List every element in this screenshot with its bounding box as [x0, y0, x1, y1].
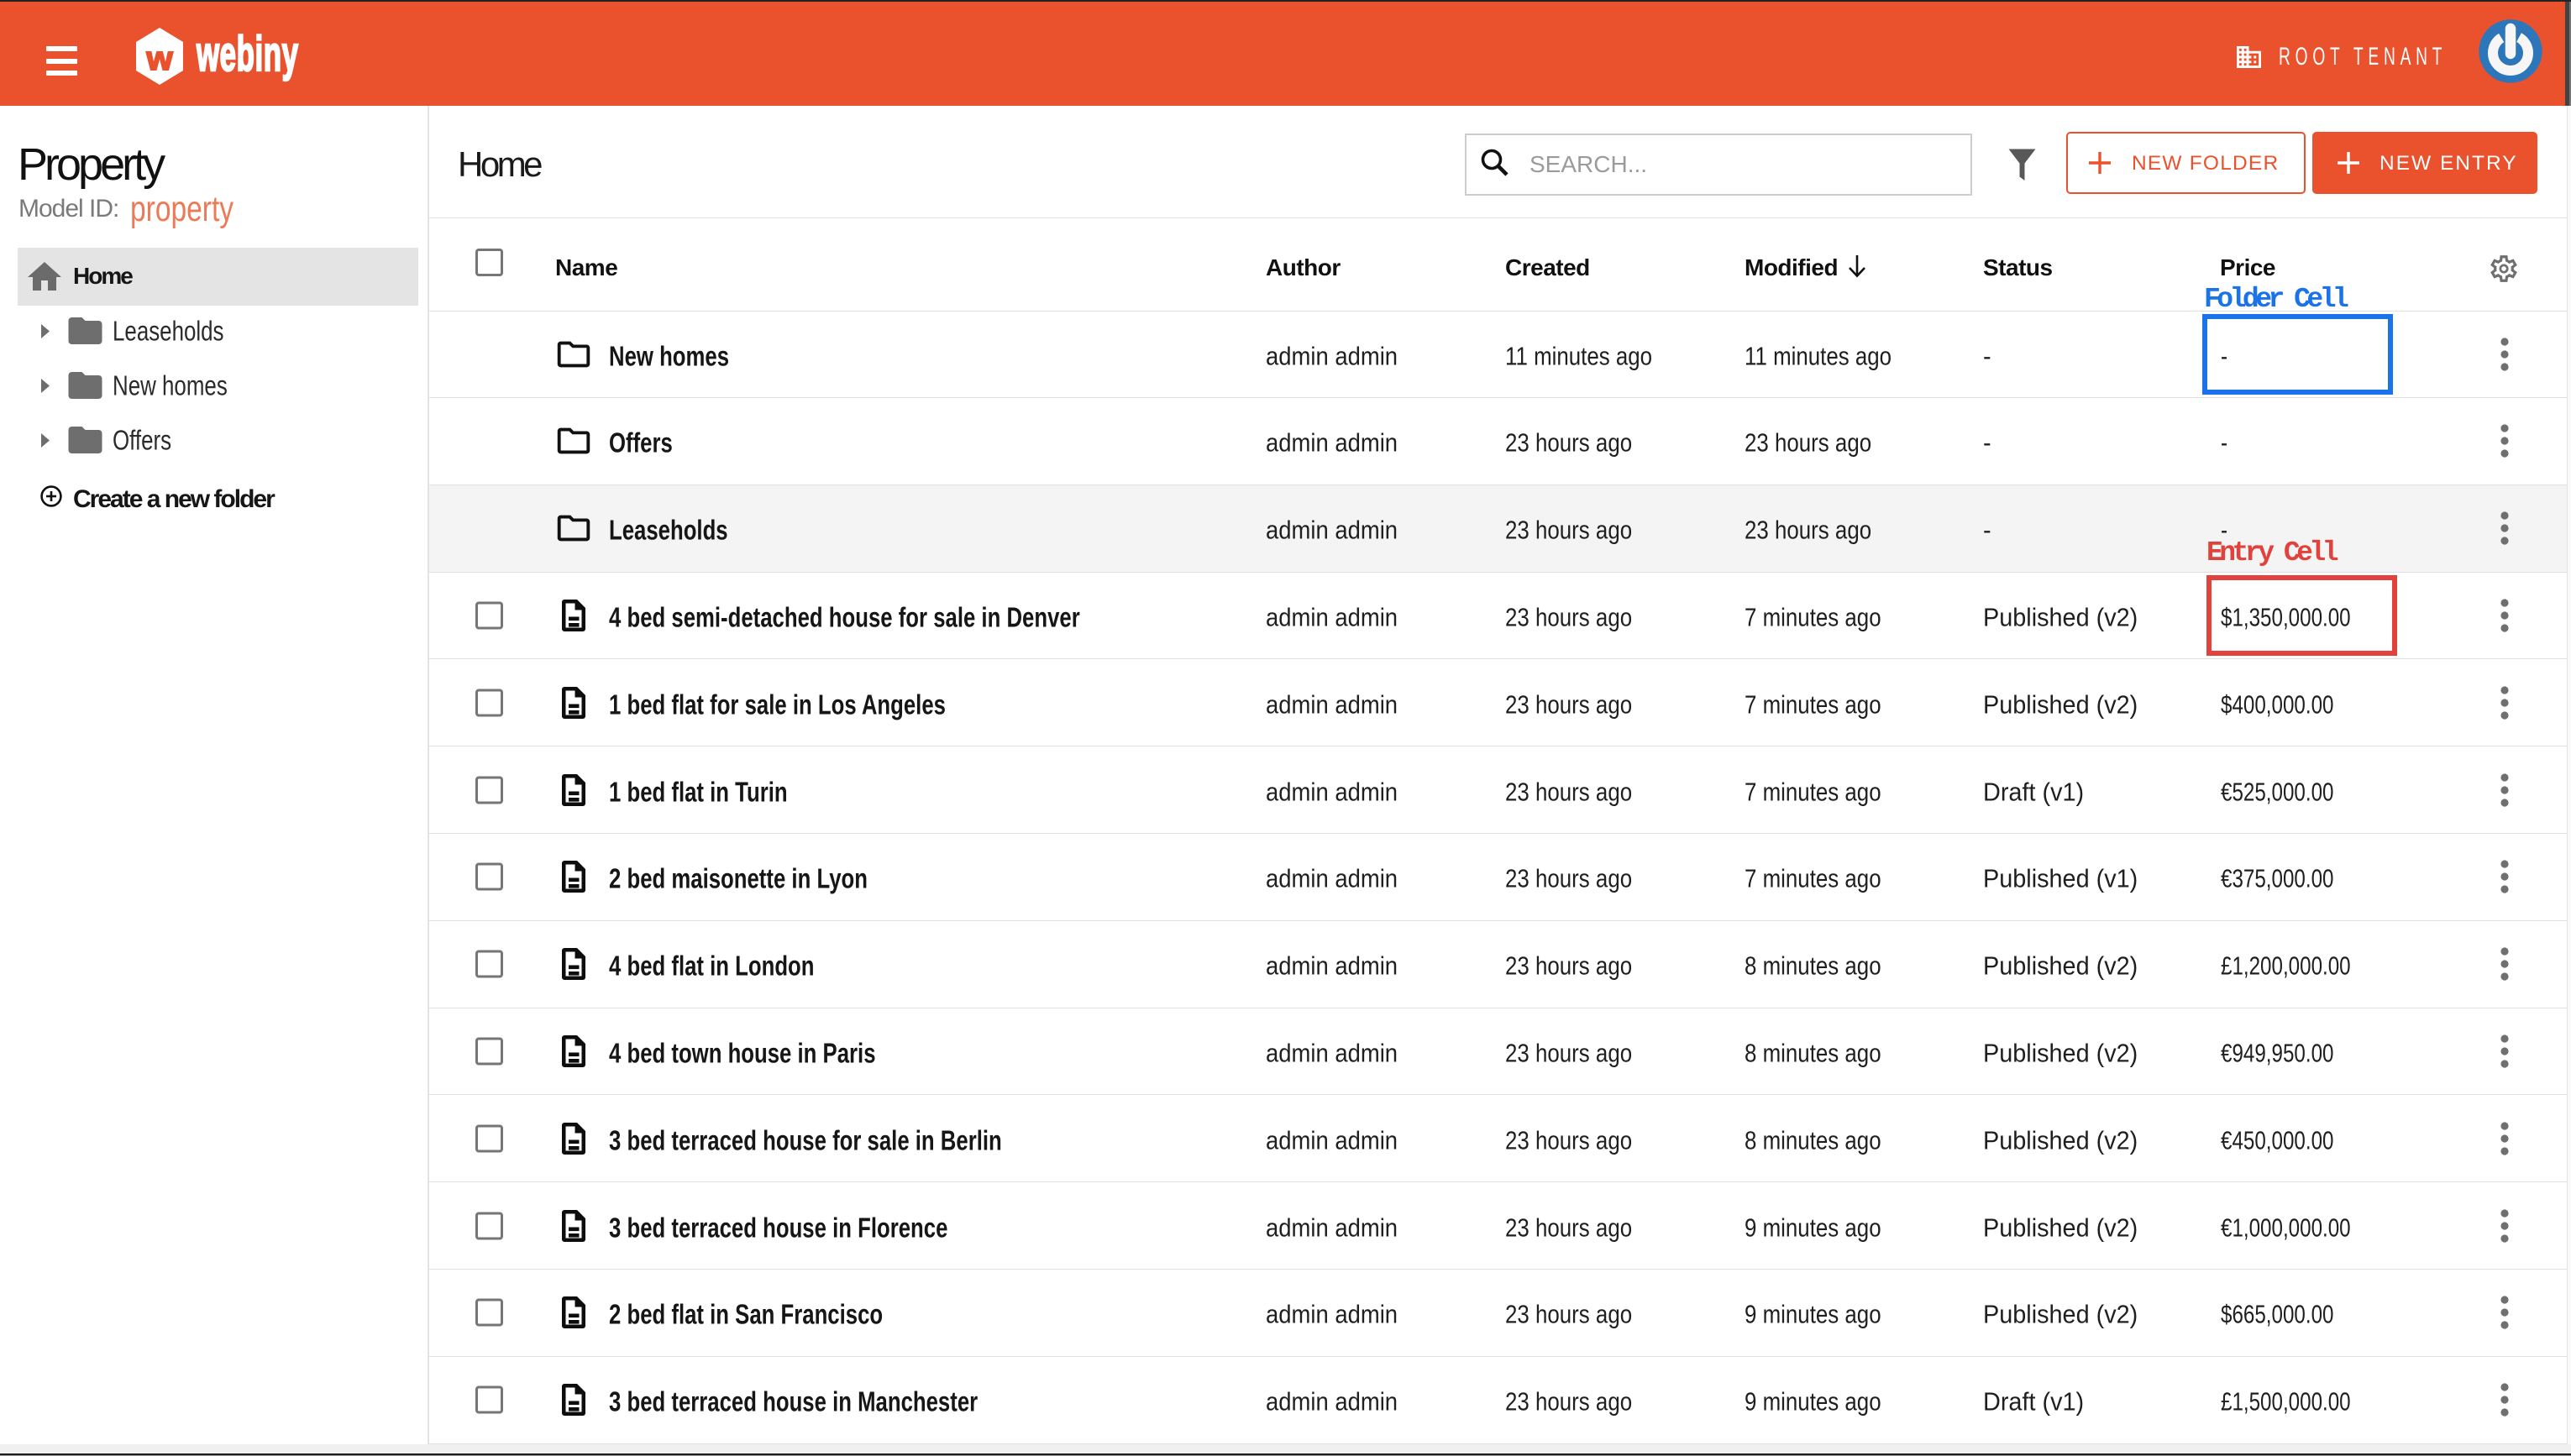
- svg-text:w: w: [145, 40, 173, 77]
